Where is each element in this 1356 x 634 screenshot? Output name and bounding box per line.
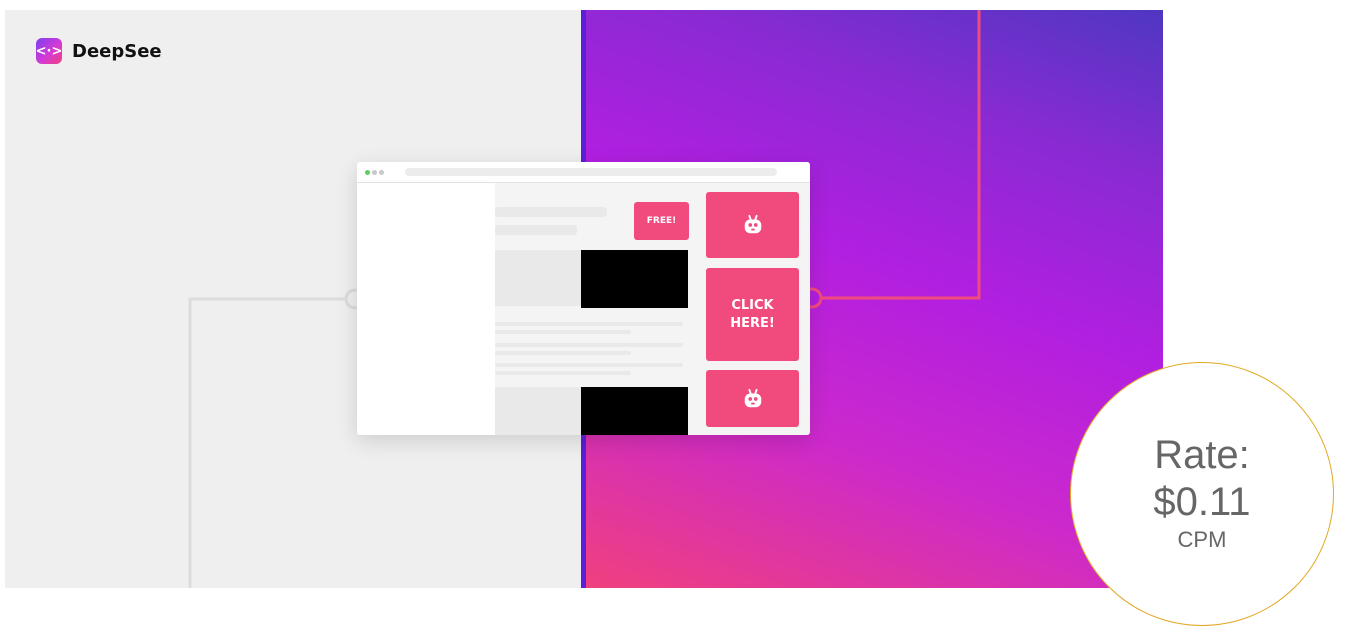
browser-toolbar <box>357 162 810 183</box>
grey-connector-line <box>188 297 346 588</box>
window-dot-icon <box>372 170 377 175</box>
page-sidebar <box>357 183 495 435</box>
robot-icon <box>744 214 761 234</box>
robot-ad-bottom[interactable] <box>706 370 799 427</box>
skeleton-block <box>495 387 585 435</box>
skeleton-block <box>495 250 585 306</box>
click-here-label: CLICK HERE! <box>730 297 775 331</box>
black-ad-block[interactable] <box>581 250 688 308</box>
rate-label: Rate: <box>1154 433 1250 477</box>
skeleton-line <box>495 330 631 334</box>
window-dot-icon <box>379 170 384 175</box>
canvas: <·> DeepSee FREE! CLICK HERE! Rate: $0.1… <box>0 0 1356 634</box>
browser-mockup: FREE! CLICK HERE! <box>357 162 810 435</box>
free-ad-label: FREE! <box>646 216 677 226</box>
robot-ad-top[interactable] <box>706 192 799 258</box>
skeleton-line <box>495 225 577 235</box>
brand[interactable]: <·> DeepSee <box>36 38 162 64</box>
free-ad-button[interactable]: FREE! <box>634 202 689 240</box>
skeleton-line <box>495 363 683 367</box>
hero-banner: <·> DeepSee FREE! CLICK HERE! <box>5 10 1163 588</box>
rate-badge: Rate: $0.11 CPM <box>1070 362 1334 626</box>
click-here-ad-button[interactable]: CLICK HERE! <box>706 268 799 361</box>
skeleton-line <box>495 343 683 347</box>
skeleton-line <box>495 322 683 326</box>
pink-connector-line <box>821 10 981 300</box>
black-ad-block[interactable] <box>581 387 688 435</box>
skeleton-line <box>495 371 631 375</box>
rate-value: $0.11 <box>1153 480 1251 524</box>
brand-name: DeepSee <box>72 40 162 62</box>
skeleton-line <box>495 351 631 355</box>
address-bar <box>405 168 777 176</box>
robot-icon <box>744 388 761 407</box>
code-brackets-icon: <·> <box>36 38 62 64</box>
window-dot-icon <box>365 170 370 175</box>
skeleton-line <box>495 207 607 217</box>
rate-unit: CPM <box>1177 527 1227 552</box>
